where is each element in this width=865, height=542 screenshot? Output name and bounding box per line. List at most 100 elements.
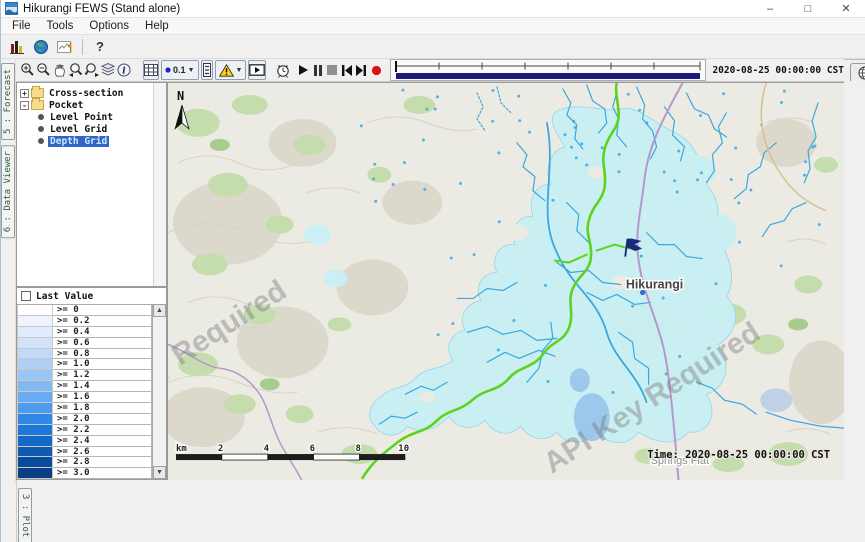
legend-swatch [17, 414, 53, 425]
info-icon[interactable]: i [116, 60, 132, 80]
main-toolbar: ? [1, 35, 865, 59]
menu-file[interactable]: File [4, 20, 39, 32]
legend-label: >= 0 [53, 305, 152, 316]
tree-scrollbar[interactable] [153, 83, 166, 286]
legend-row[interactable]: >= 0 [17, 305, 152, 316]
play-icon[interactable] [297, 60, 309, 80]
svg-text:8: 8 [355, 444, 360, 454]
legend-row[interactable]: >= 0.8 [17, 349, 152, 360]
tree-item-level-grid[interactable]: Level Grid [36, 123, 153, 135]
warning-dropdown[interactable]: ▼ [215, 60, 247, 80]
legend-swatch [17, 305, 53, 316]
tree-item-pocket[interactable]: - Pocket [20, 99, 153, 111]
legend-label: >= 1.8 [53, 403, 152, 414]
zoom-out-icon[interactable] [36, 60, 52, 80]
menu-options[interactable]: Options [81, 20, 137, 32]
node-bullet-icon [38, 138, 44, 144]
legend-swatch [17, 425, 53, 436]
legend-row[interactable]: >= 1.0 [17, 359, 152, 370]
zoom-previous-icon[interactable] [68, 60, 84, 80]
threshold-dropdown[interactable]: 0.1 ▼ [161, 60, 198, 80]
map-globe-icon [858, 66, 865, 80]
timer-icon[interactable] [275, 60, 291, 80]
bar-chart-icon[interactable] [5, 37, 29, 57]
legend-row[interactable]: >= 1.6 [17, 392, 152, 403]
legend-row[interactable]: >= 2.0 [17, 414, 152, 425]
legend-swatch [17, 316, 53, 327]
collapse-icon[interactable]: - [20, 101, 29, 110]
previous-frame-icon[interactable] [341, 60, 353, 80]
legend-row[interactable]: >= 0.2 [17, 316, 152, 327]
minimize-button[interactable]: – [751, 0, 789, 17]
tab-plot-overview[interactable]: 3 : Plot Overview [18, 488, 32, 542]
legend-row[interactable]: >= 0.6 [17, 338, 152, 349]
legend-scrollbar[interactable]: ▲ ▼ [152, 304, 166, 479]
svg-text:km: km [176, 444, 187, 454]
bottom-tab-bar: Map Graph Spatial □ ✕ [844, 59, 865, 81]
svg-text:10: 10 [398, 444, 409, 454]
menu-help[interactable]: Help [137, 20, 177, 32]
svg-text:N: N [177, 89, 184, 103]
tab-data-viewer[interactable]: 6 : Data Viewer [1, 145, 15, 238]
zoom-next-icon[interactable] [84, 60, 100, 80]
tab-map[interactable]: Map [850, 63, 865, 81]
legend-swatch [17, 359, 53, 370]
threshold-value: 0.1 [173, 65, 186, 75]
tree-item-label[interactable]: Pocket [47, 100, 85, 111]
legend-swatch [17, 327, 53, 338]
expand-icon[interactable]: + [20, 89, 29, 98]
legend-panel: Last Value >= 0>= 0.2>= 0.4>= 0.6>= 0.8>… [16, 288, 167, 480]
globe-icon[interactable] [29, 37, 53, 57]
next-frame-icon[interactable] [355, 60, 367, 80]
legend-label: >= 1.2 [53, 370, 152, 381]
tree-item-label[interactable]: Level Point [48, 112, 115, 123]
last-value-checkbox[interactable] [21, 291, 31, 301]
legend-row[interactable]: >= 1.4 [17, 381, 152, 392]
grid-icon[interactable] [143, 60, 159, 80]
tree-item-label-selected[interactable]: Depth Grid [48, 136, 109, 147]
tree-item-depth-grid[interactable]: Depth Grid [36, 135, 153, 147]
window-title: Hikurangi FEWS (Stand alone) [23, 3, 180, 15]
legend-row[interactable]: >= 2.6 [17, 447, 152, 458]
legend-row[interactable]: >= 1.8 [17, 403, 152, 414]
map-time-overlay: Time: 2020-08-25 00:00:00 CST [647, 449, 830, 461]
close-button[interactable]: ✕ [827, 0, 865, 17]
tree-item-level-point[interactable]: Level Point [36, 111, 153, 123]
title-bar: Hikurangi FEWS (Stand alone) – □ ✕ [1, 0, 865, 18]
legend-row[interactable]: >= 2.4 [17, 436, 152, 447]
legend-row[interactable]: >= 1.2 [17, 370, 152, 381]
maximize-button[interactable]: □ [789, 0, 827, 17]
tree-item-label[interactable]: Cross-section [47, 88, 125, 99]
map-view[interactable]: API Key Required API Key Required Hikura… [168, 82, 844, 480]
tab-forecast[interactable]: 5 : Forecast [1, 63, 15, 140]
record-icon[interactable] [371, 60, 382, 80]
animation-icon[interactable] [248, 60, 266, 80]
legend-swatch [17, 403, 53, 414]
help-icon[interactable]: ? [88, 37, 112, 57]
time-slider[interactable] [390, 59, 706, 81]
left-panel: + Cross-section - Pocket Level Point [16, 82, 168, 480]
legend-rows: >= 0>= 0.2>= 0.4>= 0.6>= 0.8>= 1.0>= 1.2… [17, 304, 152, 479]
legend-row[interactable]: >= 2.8 [17, 457, 152, 468]
filter-tree-panel: + Cross-section - Pocket Level Point [16, 82, 167, 288]
legend-row[interactable]: >= 2.2 [17, 425, 152, 436]
legend-label: >= 1.4 [53, 381, 152, 392]
legend-row[interactable]: >= 0.4 [17, 327, 152, 338]
current-datetime: 2020-08-25 00:00:00 CST [712, 65, 844, 76]
classification-icon[interactable] [201, 60, 213, 80]
pause-icon[interactable] [313, 60, 323, 80]
stop-icon[interactable] [327, 60, 337, 80]
pan-hand-icon[interactable] [52, 60, 68, 80]
layers-icon[interactable] [100, 60, 116, 80]
tree-item-label[interactable]: Level Grid [48, 124, 109, 135]
legend-row[interactable]: >= 3.0 [17, 468, 152, 479]
timeseries-dialog-icon[interactable] [53, 37, 77, 57]
menu-tools[interactable]: Tools [39, 20, 82, 32]
legend-swatch [17, 338, 53, 349]
scroll-down-icon[interactable]: ▼ [153, 466, 166, 479]
legend-swatch [17, 457, 53, 468]
folder-icon [31, 88, 44, 98]
scroll-up-icon[interactable]: ▲ [153, 304, 166, 317]
legend-swatch [17, 392, 53, 403]
zoom-in-icon[interactable] [20, 60, 36, 80]
